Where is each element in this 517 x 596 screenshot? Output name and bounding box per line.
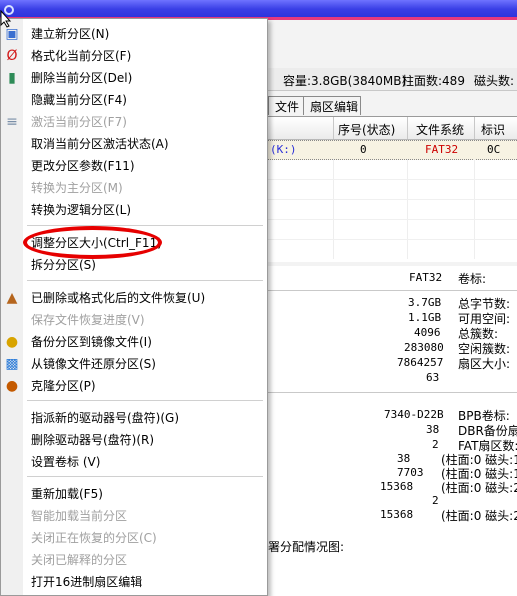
- activate-icon: ≡: [6, 114, 18, 130]
- restore-icon: ▩: [5, 356, 19, 372]
- menu-item: 激活当前分区(F7): [31, 115, 127, 129]
- menu-item[interactable]: 从镜像文件还原分区(S): [23, 353, 267, 375]
- menu-item[interactable]: 更改分区参数(F11): [23, 155, 267, 177]
- detail-fs: FAT32: [409, 271, 443, 284]
- menu-item[interactable]: 重新加载(F5): [23, 483, 267, 505]
- menu-separator: [27, 280, 263, 281]
- detail-value: 283080: [404, 341, 444, 354]
- row-drive: (K:): [270, 143, 297, 156]
- menu-item[interactable]: 删除驱动器号(盘符)(R): [23, 429, 267, 451]
- detail-value: 7864257: [397, 356, 444, 369]
- menu-item[interactable]: 建立新分区(N): [23, 23, 267, 45]
- col-index-status[interactable]: 序号(状态): [338, 121, 395, 138]
- detail-value: 38: [397, 452, 411, 465]
- menu-separator: [27, 225, 263, 226]
- col-sep: [407, 117, 408, 139]
- menu-item[interactable]: 指派新的驱动器号(盘符)(G): [23, 407, 267, 429]
- menu-item[interactable]: 设置卷标 (V): [23, 451, 267, 473]
- detail-value: 7703: [397, 466, 424, 479]
- context-menu: 建立新分区(N) ▣ 格式化当前分区(F) Ø 删除当前分区(Del) ▮ 隐藏当前分区(F…: [0, 18, 268, 596]
- menu-item: 关闭已解释的分区: [31, 553, 128, 567]
- menu-separator: [27, 476, 263, 477]
- tab-sector-editor[interactable]: 扇区编辑: [303, 96, 361, 115]
- menu-item: 智能加载当前分区: [31, 509, 128, 523]
- detail-label: 扇区大小:: [458, 357, 511, 371]
- menu-item[interactable]: 删除当前分区(Del): [23, 67, 267, 89]
- recover-icon: ▲: [6, 290, 18, 306]
- divider: [268, 290, 517, 291]
- menu-item[interactable]: 取消当前分区激活状态(A): [23, 133, 267, 155]
- delete-icon: ▮: [8, 70, 16, 86]
- new-partition-icon: ▣: [5, 26, 19, 42]
- clone-icon: ●: [5, 378, 19, 394]
- row-filesystem: FAT32: [425, 143, 459, 156]
- menu-item: 关闭正在恢复的分区(C): [31, 531, 157, 545]
- col-id[interactable]: 标识: [481, 121, 505, 138]
- col-sep: [474, 117, 475, 139]
- menu-item: 保存文件恢复进度(V): [31, 313, 145, 327]
- disk-capacity: 容量:3.8GB(3840MB): [283, 74, 407, 88]
- menu-item[interactable]: 克隆分区(P): [23, 375, 267, 397]
- detail-value: 15368: [380, 480, 414, 493]
- disk-heads: 磁头数:: [474, 74, 515, 88]
- tab-files[interactable]: 文件: [268, 96, 304, 115]
- row-index: 0: [360, 143, 367, 156]
- row-id: 0C: [487, 143, 501, 156]
- grid-line: [333, 159, 334, 259]
- detail-value: 1.1GB: [408, 311, 442, 324]
- detail-value: 2: [432, 494, 439, 507]
- detail-value: 7340-D22B: [384, 408, 444, 421]
- disk-cylinders: 柱面数:489: [402, 74, 465, 88]
- detail-value: 38: [426, 423, 440, 436]
- detail-value: 15368: [380, 508, 414, 521]
- format-icon: Ø: [6, 48, 18, 64]
- detail-value: 4096: [414, 326, 441, 339]
- menu-item[interactable]: 格式化当前分区(F): [23, 45, 267, 67]
- menu-item[interactable]: 转换为逻辑分区(L): [23, 199, 267, 221]
- menu-icon-gutter: [1, 19, 23, 595]
- detail-volume-label: 卷标:: [458, 272, 487, 286]
- window-title-bar: [0, 0, 517, 20]
- divider: [268, 392, 517, 393]
- col-filesystem[interactable]: 文件系统: [416, 121, 464, 138]
- grid-line: [474, 159, 475, 259]
- menu-item[interactable]: 打开16进制扇区编辑: [23, 571, 267, 593]
- detail-label: (柱面:0 磁头:244: [441, 509, 517, 523]
- detail-value: 2: [432, 438, 439, 451]
- menu-item: 转换为主分区(M): [31, 181, 123, 195]
- detail-value: 3.7GB: [408, 296, 442, 309]
- mouse-cursor-icon: [0, 10, 12, 28]
- menu-item[interactable]: 拆分分区(S): [23, 254, 267, 276]
- menu-item[interactable]: 已删除或格式化后的文件恢复(U): [23, 287, 267, 309]
- detail-label: (柱面:0 磁头:244: [441, 481, 517, 495]
- partition-map-label: 署分配情况图:: [268, 540, 345, 554]
- backup-icon: ●: [5, 334, 19, 350]
- detail-value: 63: [426, 371, 440, 384]
- highlight-ring: [23, 226, 162, 259]
- menu-separator: [27, 400, 263, 401]
- menu-item[interactable]: 备份分区到镜像文件(I): [23, 331, 267, 353]
- menu-item[interactable]: 隐藏当前分区(F4): [23, 89, 267, 111]
- grid-line: [407, 159, 408, 259]
- col-sep: [333, 117, 334, 139]
